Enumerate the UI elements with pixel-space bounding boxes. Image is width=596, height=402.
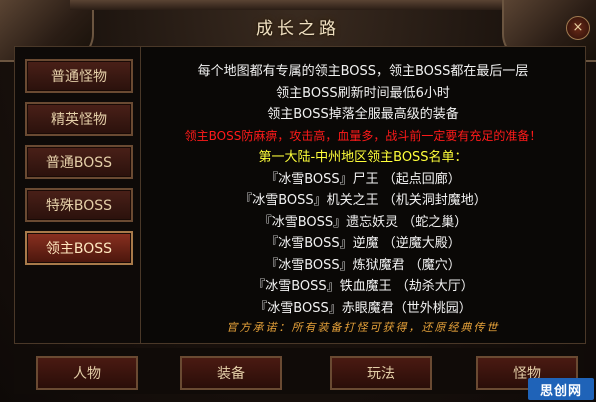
boss-list-item: 『冰雪BOSS』尸王 （起点回廊）: [265, 171, 461, 187]
watermark-text: 思创网: [539, 383, 582, 399]
close-icon: ×: [572, 20, 584, 35]
boss-list-item: 『冰雪BOSS』赤眼魔君（世外桃园）: [254, 300, 472, 316]
category-sidebar: 普通怪物 精英怪物 普通BOSS 特殊BOSS 领主BOSS: [14, 46, 142, 344]
tab-gameplay[interactable]: 玩法: [330, 356, 432, 390]
sidebar-item-label: 领主BOSS: [45, 241, 113, 257]
sidebar-item-normal-boss[interactable]: 普通BOSS: [25, 145, 133, 179]
tab-equipment[interactable]: 装备: [180, 356, 282, 390]
boss-list-item: 『冰雪BOSS』铁血魔王 （劫杀大厅）: [252, 279, 474, 294]
sidebar-item-label: 精英怪物: [51, 112, 107, 128]
boss-description: 每个地图都有专属的领主BOSS，领主BOSS都在最后一层 领主BOSS刷新时间最…: [141, 61, 585, 319]
tab-character[interactable]: 人物: [36, 356, 138, 390]
boss-list-heading: 第一大陆-中州地区领主BOSS名单：: [258, 150, 468, 165]
game-window: 成长之路 × 普通怪物 精英怪物 普通BOSS 特殊BOSS 领主BOSS 每个…: [0, 0, 596, 402]
title-bar: 成长之路: [92, 12, 504, 40]
sidebar-item-label: 普通BOSS: [45, 155, 113, 171]
tab-label: 装备: [217, 366, 245, 382]
intro-line: 领主BOSS刷新时间最低6小时: [276, 85, 450, 101]
boss-list-item: 『冰雪BOSS』炼狱魔君 （魔穴）: [265, 257, 461, 273]
warning-text: 领主BOSS防麻痹，攻击高，血量多，战斗前一定要有充足的准备！: [184, 128, 542, 143]
watermark-logo: 思创网: [528, 378, 594, 400]
sidebar-item-lord-boss[interactable]: 领主BOSS: [25, 231, 133, 265]
intro-line: 每个地图都有专属的领主BOSS，领主BOSS都在最后一层: [197, 64, 529, 79]
boss-list-item: 『冰雪BOSS』机关之王 （机关洞封魔地）: [239, 193, 487, 208]
sidebar-item-label: 特殊BOSS: [45, 198, 113, 214]
boss-list-item: 『冰雪BOSS』遗忘妖灵 （蛇之巢）: [258, 214, 468, 230]
tab-label: 人物: [73, 366, 101, 382]
boss-list-item: 『冰雪BOSS』逆魔 （逆魔大殿）: [265, 236, 461, 251]
sidebar-item-special-boss[interactable]: 特殊BOSS: [25, 188, 133, 222]
sidebar-item-elite-monsters[interactable]: 精英怪物: [25, 102, 133, 136]
close-button[interactable]: ×: [566, 16, 590, 40]
top-border: [70, 0, 526, 10]
intro-line: 领主BOSS掉落全服最高级的装备: [267, 107, 459, 122]
window-title: 成长之路: [256, 18, 340, 39]
sidebar-item-normal-monsters[interactable]: 普通怪物: [25, 59, 133, 93]
bottom-tab-bar: 人物 装备 玩法 怪物: [14, 348, 584, 394]
content-panel: 每个地图都有专属的领主BOSS，领主BOSS都在最后一层 领主BOSS刷新时间最…: [140, 46, 586, 344]
tab-label: 玩法: [367, 366, 395, 382]
sidebar-item-label: 普通怪物: [51, 69, 107, 85]
official-promise: 官方承诺：所有装备打怪可获得，还原经典传世: [226, 321, 500, 334]
